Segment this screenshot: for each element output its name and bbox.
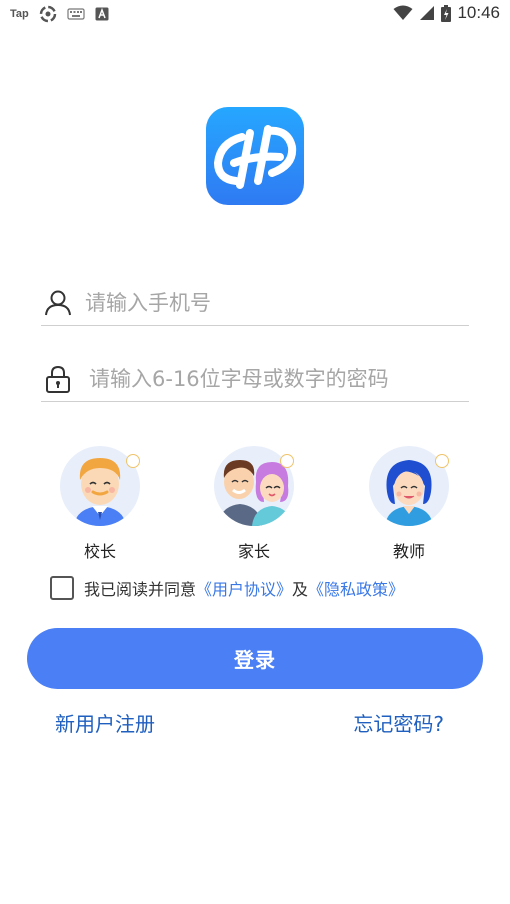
sync-icon <box>39 5 56 23</box>
lock-icon <box>46 365 70 393</box>
role-label: 校长 <box>83 542 116 561</box>
phone-input[interactable] <box>85 286 465 320</box>
password-input[interactable] <box>89 362 465 396</box>
teacher-radio-indicator <box>435 454 449 468</box>
login-button[interactable]: 登录 <box>27 628 483 689</box>
agreement-text: 我已阅读并同意《用户协议》及《隐私政策》 <box>84 576 404 600</box>
user-icon <box>45 290 71 316</box>
privacy-policy-link[interactable]: 《隐私政策》 <box>308 580 404 599</box>
a-notification-icon <box>95 7 109 21</box>
wifi-icon <box>393 5 413 20</box>
app-logo <box>206 107 304 205</box>
role-teacher[interactable]: 教师 <box>367 446 451 561</box>
register-link[interactable]: 新用户注册 <box>55 708 155 737</box>
role-label: 家长 <box>237 542 270 561</box>
role-label: 教师 <box>392 542 425 561</box>
phone-field <box>41 280 469 326</box>
status-bar-right: 10:46 <box>393 3 500 23</box>
status-bar-left: Tap <box>10 5 109 23</box>
parent-radio-indicator <box>280 454 294 468</box>
agreement-checkbox[interactable] <box>50 576 74 600</box>
password-field <box>41 356 469 402</box>
keyboard-icon <box>67 8 85 20</box>
agreement-prefix: 我已阅读并同意 <box>84 580 197 599</box>
status-time: 10:46 <box>457 3 500 22</box>
battery-icon <box>441 4 452 22</box>
role-principal[interactable]: 校长 <box>58 446 142 561</box>
signal-icon <box>420 6 435 20</box>
forgot-password-link[interactable]: 忘记密码? <box>353 708 444 737</box>
status-bar: Tap 10:46 <box>0 0 510 28</box>
tap-label: Tap <box>10 8 29 20</box>
principal-radio-indicator <box>126 454 140 468</box>
agreement-row: 我已阅读并同意《用户协议》及《隐私政策》 <box>50 575 404 601</box>
user-agreement-link[interactable]: 《用户协议》 <box>196 580 292 599</box>
agreement-and: 及 <box>292 580 309 599</box>
logo-mark-icon <box>213 125 297 189</box>
role-parent[interactable]: 家长 <box>212 446 296 561</box>
